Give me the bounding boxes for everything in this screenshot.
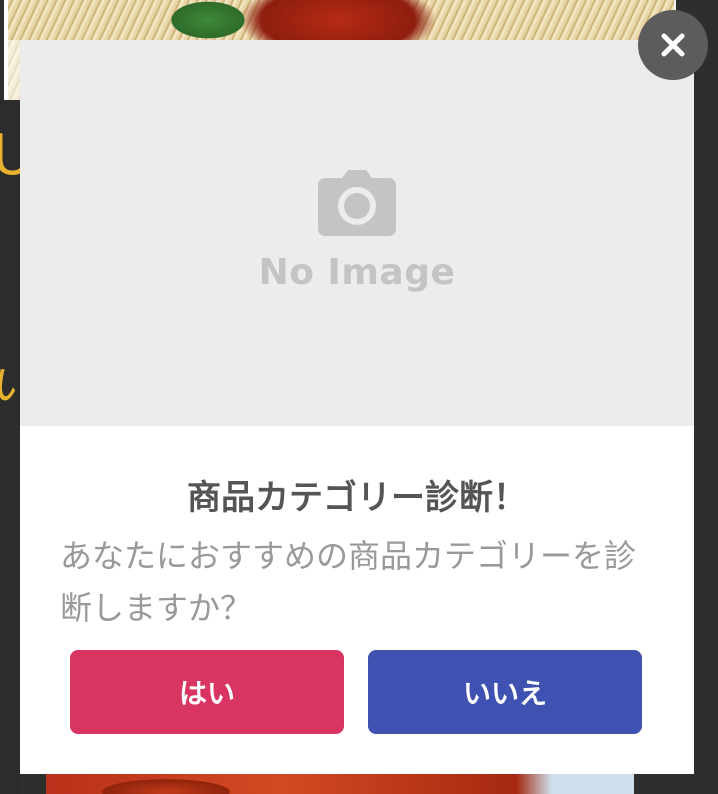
close-button[interactable]: [638, 10, 708, 80]
category-diagnosis-modal: No Image 商品カテゴリー診断！ あなたにおすすめの商品カテゴリーを診断し…: [20, 40, 694, 774]
camera-icon: [318, 170, 396, 236]
background-food-image-bottom: [46, 772, 634, 794]
close-icon: [661, 33, 685, 57]
yes-button[interactable]: はい: [70, 650, 344, 734]
modal-image-placeholder: No Image: [20, 40, 694, 426]
background-left-strip: [0, 100, 20, 794]
modal-title: 商品カテゴリー診断！: [187, 478, 527, 518]
no-image-label: No Image: [258, 252, 456, 293]
modal-message: あなたにおすすめの商品カテゴリーを診断しますか？: [60, 537, 637, 627]
no-button[interactable]: いいえ: [368, 650, 642, 734]
